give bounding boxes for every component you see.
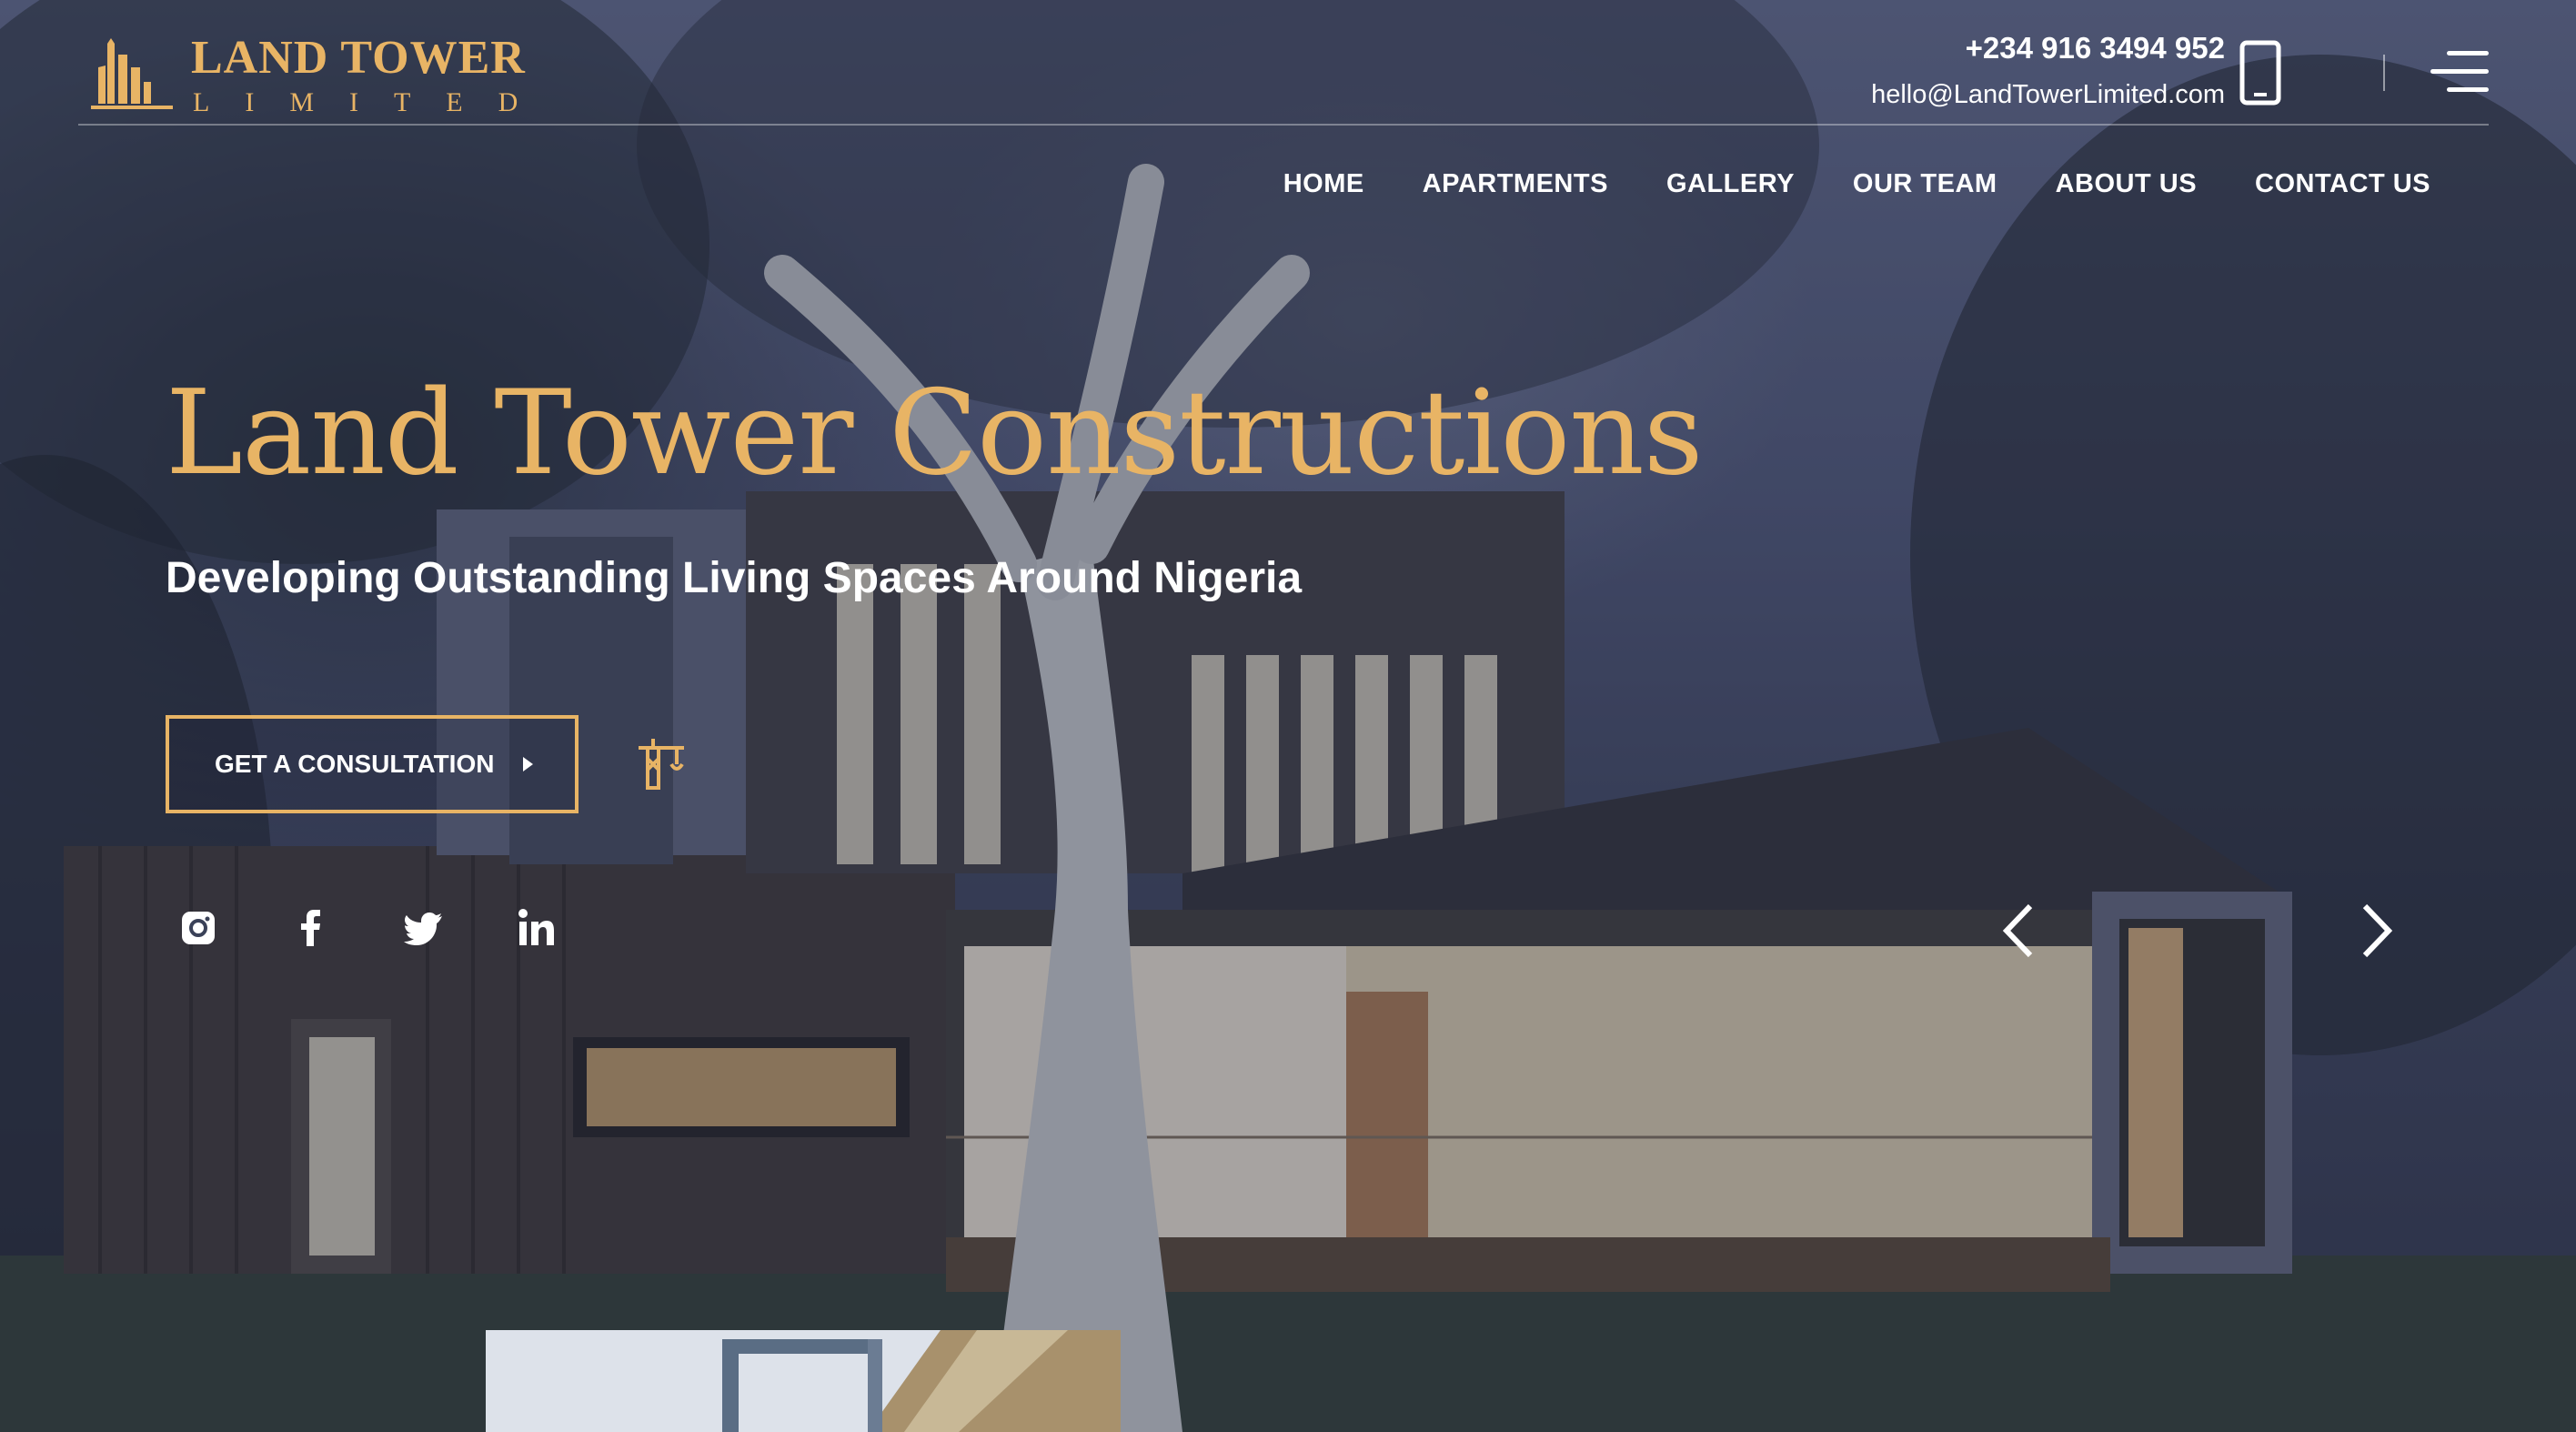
hamburger-menu-icon[interactable] <box>2430 51 2489 93</box>
main-nav: HOME APARTMENTS GALLERY OUR TEAM ABOUT U… <box>1283 169 2430 199</box>
brand-logo[interactable]: LAND TOWER LIMITED <box>91 31 546 122</box>
nav-contact-us[interactable]: CONTACT US <box>2255 169 2430 199</box>
phone-number[interactable]: +234 916 3494 952 <box>1966 31 2225 66</box>
header-divider-line <box>78 124 2489 126</box>
menu-line <box>2430 69 2489 74</box>
menu-line <box>2447 51 2489 55</box>
linkedin-icon[interactable] <box>517 908 557 948</box>
get-consultation-button[interactable]: GET A CONSULTATION <box>166 715 579 813</box>
twitter-icon[interactable] <box>404 908 444 948</box>
chevron-right-icon[interactable] <box>2354 901 2398 961</box>
nav-our-team[interactable]: OUR TEAM <box>1853 169 1997 199</box>
nav-gallery[interactable]: GALLERY <box>1666 169 1795 199</box>
social-links <box>178 908 557 948</box>
brand-name: LAND TOWER <box>191 32 526 84</box>
smartphone-icon <box>2239 40 2281 106</box>
brand-subname: LIMITED <box>193 87 554 117</box>
facebook-icon[interactable] <box>291 908 331 948</box>
cta-label: GET A CONSULTATION <box>215 750 495 778</box>
nav-home[interactable]: HOME <box>1283 169 1364 199</box>
thumbnail-image <box>486 1330 1121 1432</box>
chevron-left-icon[interactable] <box>1997 901 2041 961</box>
nav-apartments[interactable]: APARTMENTS <box>1423 169 1608 199</box>
gallery-thumbnail[interactable] <box>486 1330 1121 1432</box>
nav-about-us[interactable]: ABOUT US <box>2056 169 2197 199</box>
menu-line <box>2447 87 2489 92</box>
email-address[interactable]: hello@LandTowerLimited.com <box>1871 80 2225 110</box>
hero-title: Land Tower Constructions <box>166 366 1703 501</box>
instagram-icon[interactable] <box>178 908 218 948</box>
logo-mark-icon <box>91 38 173 109</box>
hero-subtitle: Developing Outstanding Living Spaces Aro… <box>166 554 1303 602</box>
crane-icon[interactable] <box>637 737 688 792</box>
play-arrow-icon <box>523 757 534 771</box>
header-divider <box>2383 55 2385 91</box>
